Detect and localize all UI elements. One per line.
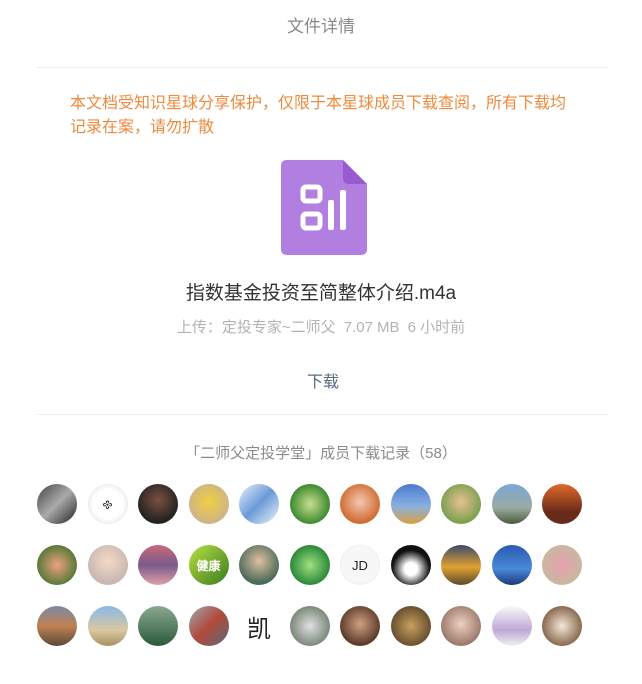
divider-top	[36, 67, 608, 68]
member-avatar[interactable]	[542, 484, 582, 524]
file-uploader: 上传：定投专家~二师父	[176, 319, 336, 336]
member-avatar[interactable]	[441, 484, 481, 524]
file-name: 指数基金投资至简整体介绍.m4a	[185, 283, 457, 304]
file-size: 7.07 MB	[343, 319, 400, 336]
member-avatar[interactable]	[138, 545, 178, 585]
member-avatar[interactable]	[289, 545, 330, 585]
member-avatar[interactable]: 𐫱	[87, 484, 128, 524]
divider-middle	[36, 414, 608, 415]
member-avatar[interactable]	[138, 484, 178, 524]
member-avatar[interactable]	[542, 545, 582, 585]
member-avatar[interactable]	[239, 545, 279, 585]
audio-file-icon	[281, 160, 367, 255]
member-avatar[interactable]	[491, 545, 532, 585]
member-avatar[interactable]	[390, 484, 431, 524]
download-button[interactable]: 下载	[291, 368, 355, 392]
member-avatar[interactable]: JD	[340, 545, 380, 585]
download-records-title: 「二师父定投学堂」成员下载记录（58）	[185, 445, 457, 462]
member-avatar[interactable]	[491, 606, 532, 646]
member-avatar[interactable]	[188, 484, 229, 524]
member-avatar[interactable]: 健康	[188, 545, 229, 585]
member-avatar[interactable]	[289, 606, 330, 646]
member-avatar[interactable]	[289, 484, 330, 524]
page-title: 文件详情	[287, 17, 355, 36]
member-avatar[interactable]	[37, 545, 77, 585]
file-meta: 上传：定投专家~二师父 7.07 MB 6 小时前	[0, 316, 642, 337]
member-avatar[interactable]	[441, 545, 481, 585]
file-time: 6 小时前	[407, 319, 466, 336]
member-avatar[interactable]	[390, 606, 431, 646]
avatar-grid: 𐫱 健康 JD 凯	[37, 484, 597, 646]
member-avatar[interactable]	[239, 484, 279, 524]
member-avatar[interactable]	[188, 606, 229, 646]
member-avatar[interactable]	[542, 606, 582, 646]
member-avatar[interactable]	[340, 606, 380, 646]
member-avatar[interactable]	[138, 606, 178, 646]
member-avatar[interactable]	[37, 484, 77, 524]
member-avatar[interactable]	[87, 545, 128, 585]
member-avatar[interactable]	[37, 606, 77, 646]
member-avatar[interactable]	[87, 606, 128, 646]
member-avatar[interactable]	[491, 484, 532, 524]
member-avatar[interactable]	[441, 606, 481, 646]
member-avatar[interactable]	[390, 545, 431, 585]
member-avatar[interactable]: 凯	[239, 606, 279, 646]
protection-notice: 本文档受知识星球分享保护，仅限于本星球成员下载查阅，所有下载均记录在案，请勿扩散	[70, 95, 567, 136]
member-avatar[interactable]	[340, 484, 380, 524]
